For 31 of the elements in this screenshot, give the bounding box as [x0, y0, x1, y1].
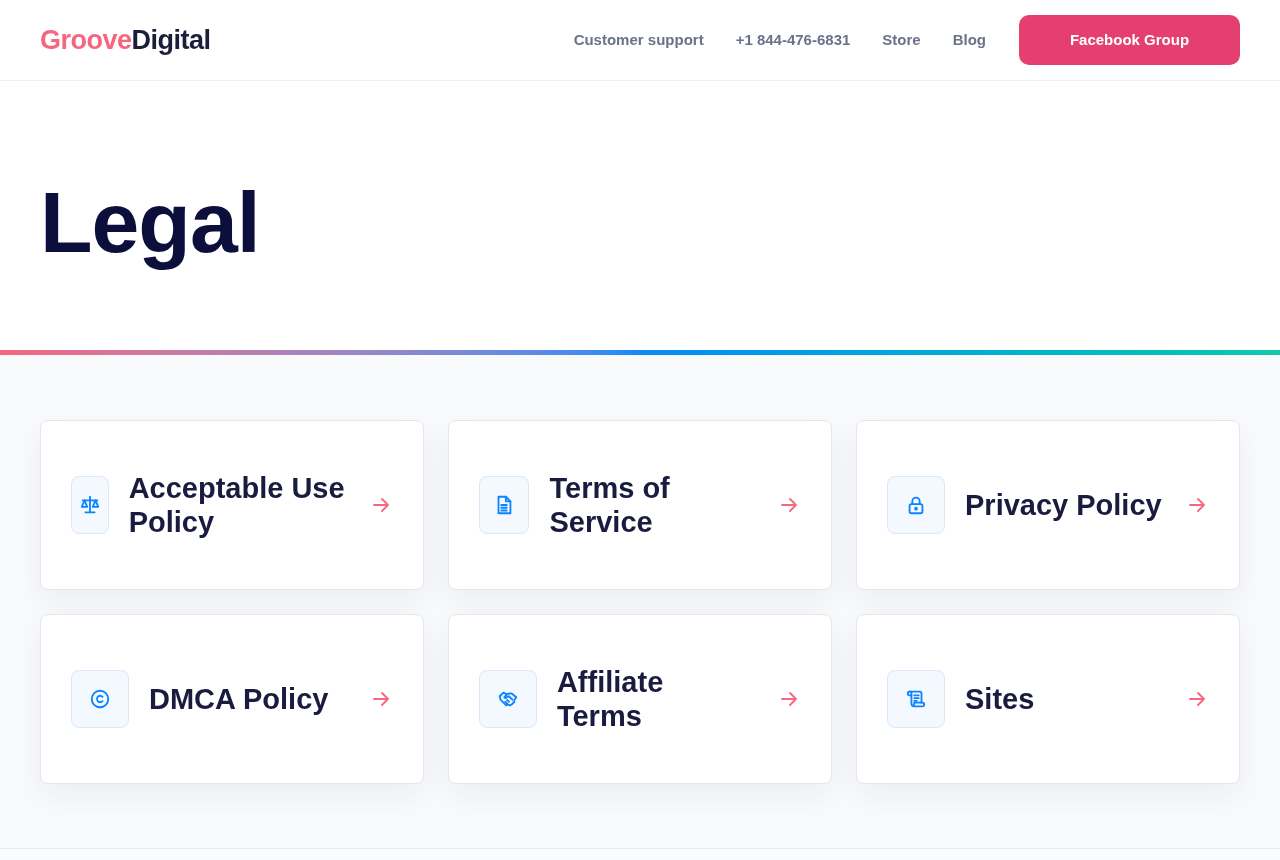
page-title: Legal: [40, 173, 261, 272]
padlock-icon: [887, 476, 945, 534]
legal-card[interactable]: Sites: [856, 614, 1240, 784]
legal-card[interactable]: Affiliate Terms: [448, 614, 832, 784]
card-title: Acceptable Use Policy: [128, 471, 346, 539]
arrow-right-icon: [781, 498, 797, 512]
scroll-icon: [887, 670, 945, 728]
arrow-right-icon: [781, 692, 797, 706]
arrow-right-icon: [1189, 498, 1205, 512]
legal-card[interactable]: Acceptable Use Policy: [40, 420, 424, 590]
legal-card[interactable]: Terms of Service: [448, 420, 832, 590]
card-title: Affiliate Terms: [556, 665, 665, 733]
card-title: Sites: [965, 682, 1035, 716]
nav-link[interactable]: Blog: [952, 28, 986, 52]
document-icon: [479, 476, 530, 534]
nav-link[interactable]: Customer support: [573, 28, 704, 52]
arrow-right-icon: [1189, 692, 1205, 706]
logo[interactable]: GrooveDigital: [40, 26, 211, 54]
legal-card[interactable]: DMCA Policy: [40, 614, 424, 784]
card-title: Privacy Policy: [965, 488, 1162, 522]
arrow-right-icon: [373, 498, 389, 512]
phone-link[interactable]: +1 844-476-6831: [735, 28, 851, 52]
card-title: DMCA Policy: [149, 682, 329, 716]
balance-scale-icon: [71, 476, 109, 534]
copyright-icon: [71, 670, 129, 728]
nav-link[interactable]: Store: [882, 28, 921, 52]
arrow-right-icon: [373, 692, 389, 706]
card-title: Terms of Service: [549, 471, 671, 539]
handshake-icon: [479, 670, 537, 728]
legal-card[interactable]: Privacy Policy: [856, 420, 1240, 590]
cta-button[interactable]: Facebook Group: [1019, 15, 1240, 65]
